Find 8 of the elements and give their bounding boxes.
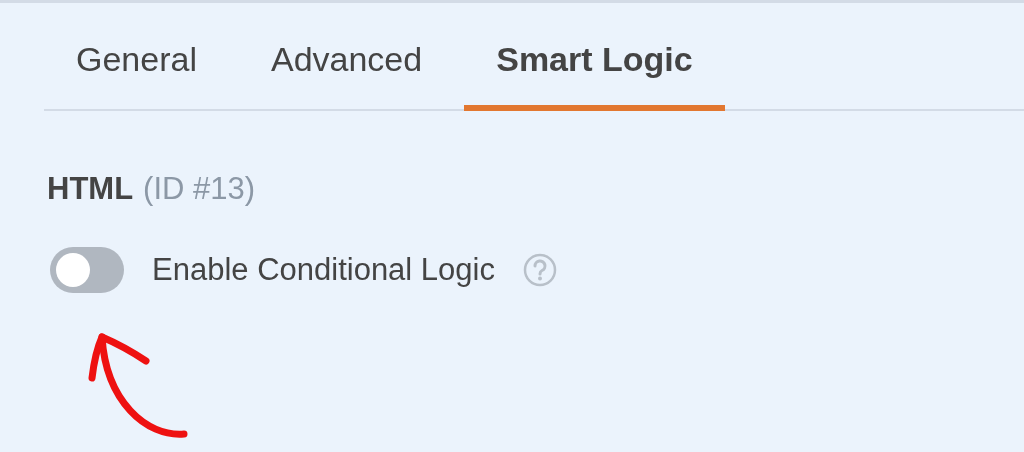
tab[interactable]: Advanced xyxy=(238,35,455,111)
tab[interactable]: General xyxy=(44,35,229,111)
toggle-switch[interactable] xyxy=(50,247,124,293)
help-icon[interactable] xyxy=(522,253,557,287)
field-id: (ID #13) xyxy=(143,170,256,208)
toggle-label: Enable Conditional Logic xyxy=(152,251,495,289)
field-type: HTML xyxy=(47,170,134,208)
tab[interactable]: Smart Logic xyxy=(464,35,725,111)
